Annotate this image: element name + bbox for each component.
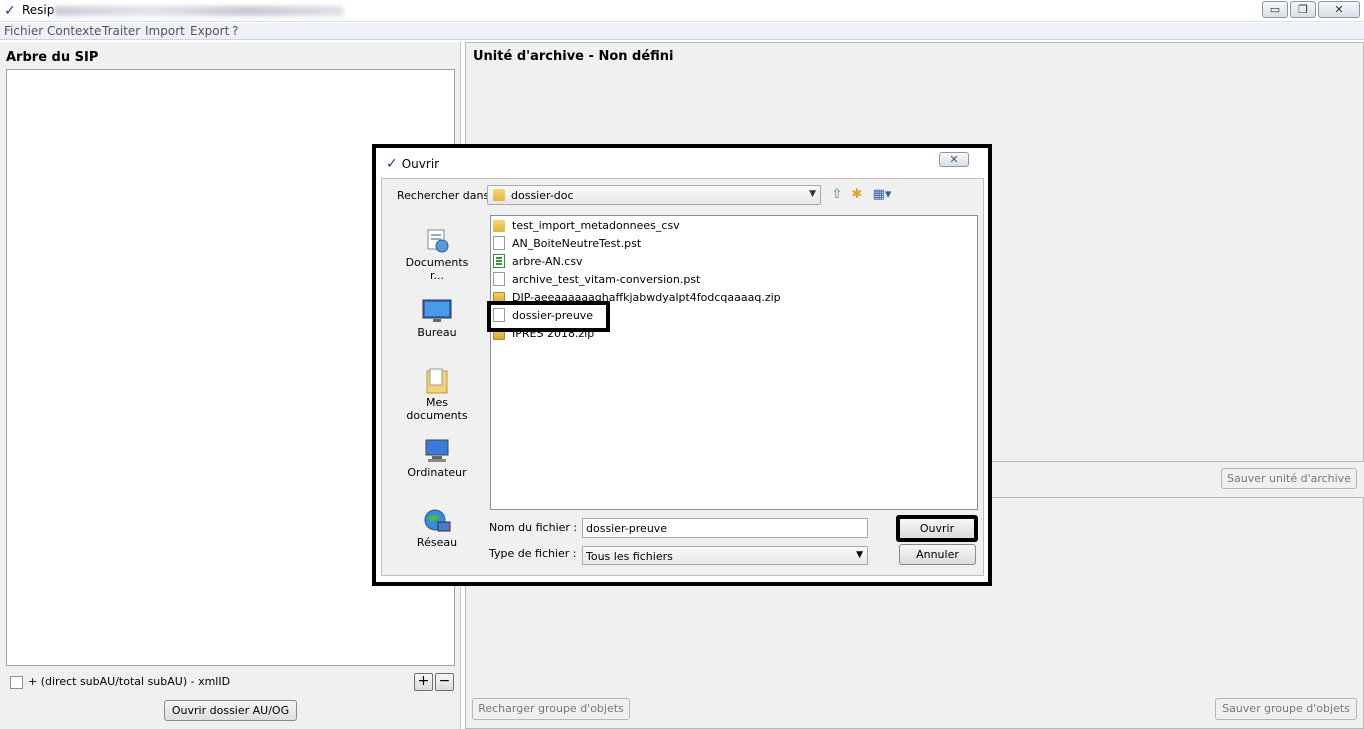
place-desktop[interactable]: Bureau [397, 298, 477, 339]
recent-documents-icon [427, 229, 449, 253]
folder-icon [493, 189, 505, 201]
close-button[interactable]: ✕ [1318, 1, 1360, 18]
dialog-logo-icon: ✓ [386, 156, 398, 172]
place-computer[interactable]: Ordinateur [397, 438, 477, 479]
filetype-label: Type de fichier : [489, 547, 577, 560]
blurred-title-text [54, 6, 344, 16]
list-item[interactable]: test_import_metadonnees_csv [493, 217, 680, 234]
open-dialog: ✓ Ouvrir ✕ Rechercher dans : dossier-doc … [376, 148, 988, 582]
file-icon [493, 236, 505, 250]
view-menu-icon[interactable]: ▦▾ [870, 187, 894, 203]
menu-traiter[interactable]: Traiter [102, 24, 140, 38]
window-title: Resip [22, 3, 55, 17]
save-archive-unit-button[interactable]: Sauver unité d'archive [1221, 468, 1357, 489]
menu-bar: Fichier Contexte Traiter Import Export ? [0, 23, 1364, 40]
look-in-value: dossier-doc [511, 189, 574, 202]
place-network[interactable]: Réseau [397, 508, 477, 549]
my-documents-icon [426, 368, 448, 394]
filename-label: Nom du fichier : [489, 521, 578, 534]
selection-highlight-box [487, 301, 610, 332]
minimize-button[interactable]: ▭ [1262, 1, 1288, 18]
xmlid-checkbox[interactable] [10, 676, 23, 689]
menu-export[interactable]: Export [190, 24, 229, 38]
place-my-documents[interactable]: Mes documents [397, 368, 477, 422]
list-item[interactable]: arbre-AN.csv [493, 253, 583, 270]
list-item[interactable]: AN_BoiteNeutreTest.pst [493, 235, 641, 252]
expand-all-button[interactable]: + [414, 673, 433, 691]
menu-help[interactable]: ? [232, 24, 238, 38]
open-dialog-frame: ✓ Ouvrir ✕ Rechercher dans : dossier-doc … [372, 144, 992, 586]
filetype-select[interactable]: Tous les fichiers ▼ [582, 546, 868, 565]
save-object-group-button[interactable]: Sauver groupe d'objets [1215, 698, 1357, 720]
open-au-folder-button[interactable]: Ouvrir dossier AU/OG [164, 700, 297, 721]
menu-import[interactable]: Import [145, 24, 185, 38]
desktop-icon [422, 299, 452, 322]
sip-tree-title: Arbre du SIP [6, 50, 99, 65]
dialog-body: Rechercher dans : dossier-doc ▼ ⇧ ✱ ▦▾ D… [381, 178, 984, 576]
place-label: Documents r... [405, 256, 469, 282]
maximize-button[interactable]: ❐ [1290, 1, 1316, 18]
open-button[interactable]: Ouvrir [896, 515, 978, 542]
place-label: Ordinateur [407, 466, 467, 479]
dialog-close-button[interactable]: ✕ [939, 152, 969, 167]
place-label: Bureau [417, 326, 457, 339]
computer-icon [425, 439, 449, 462]
window-titlebar: ✓ Resip ▭ ❐ ✕ [0, 0, 1364, 22]
filename-input[interactable]: dossier-preuve [582, 518, 868, 538]
archive-unit-title: Unité d'archive - Non défini [473, 49, 674, 64]
network-icon [424, 509, 451, 532]
look-in-label: Rechercher dans : [397, 189, 497, 202]
dialog-title: Ouvrir [401, 157, 440, 171]
dialog-titlebar: ✓ Ouvrir [386, 156, 439, 172]
chevron-down-icon: ▼ [856, 550, 863, 560]
folder-icon [493, 220, 505, 232]
list-item[interactable]: archive_test_vitam-conversion.pst [493, 271, 700, 288]
cancel-button[interactable]: Annuler [899, 544, 976, 565]
menu-fichier[interactable]: Fichier [4, 24, 43, 38]
new-folder-icon[interactable]: ✱ [849, 187, 865, 203]
place-label: Réseau [416, 536, 458, 549]
file-list[interactable]: test_import_metadonnees_csv AN_BoiteNeut… [487, 215, 978, 510]
place-recent-documents[interactable]: Documents r... [397, 228, 477, 282]
menu-contexte[interactable]: Contexte [47, 24, 101, 38]
collapse-all-button[interactable]: − [435, 673, 454, 691]
app-logo-icon: ✓ [4, 3, 16, 19]
filetype-value: Tous les fichiers [586, 550, 673, 563]
look-in-combo[interactable]: dossier-doc ▼ [487, 185, 821, 205]
reload-object-group-button[interactable]: Recharger groupe d'objets [472, 698, 630, 720]
xmlid-checkbox-label: + (direct subAU/total subAU) - xmlID [28, 675, 231, 688]
file-icon [493, 272, 505, 286]
chevron-down-icon: ▼ [809, 189, 816, 199]
spreadsheet-icon [493, 254, 505, 268]
places-bar: Documents r... Bureau Mes documents Ordi… [397, 214, 477, 574]
up-folder-icon[interactable]: ⇧ [829, 187, 845, 203]
place-label: Mes documents [406, 396, 468, 422]
